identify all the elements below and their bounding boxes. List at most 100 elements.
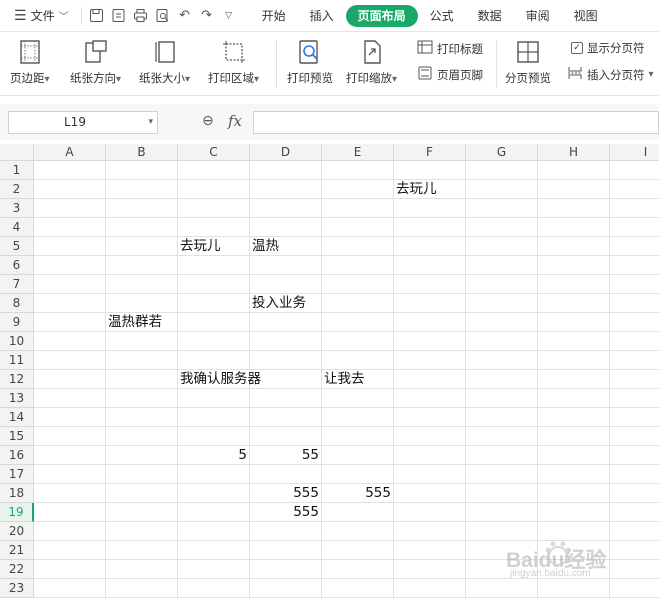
header-footer-button[interactable]: 页眉页脚 (417, 66, 483, 83)
file-menu-label: 文件 (30, 9, 55, 23)
select-all-corner[interactable] (0, 144, 34, 161)
row-header-16[interactable]: 16 (0, 446, 34, 465)
gridline (34, 217, 659, 218)
print-preview-label: 打印预览 (287, 71, 333, 85)
cell-c12[interactable]: 我确认服务器 (178, 370, 263, 389)
undo-icon[interactable]: ↶ (174, 5, 196, 27)
zoom-formula-icon[interactable]: ⊖ (202, 113, 214, 129)
paper-size-button[interactable]: 纸张大小▾ (139, 38, 190, 86)
column-header-c[interactable]: C (178, 144, 250, 161)
column-header-d[interactable]: D (250, 144, 322, 161)
row-header-3[interactable]: 3 (0, 199, 34, 218)
cell-d19[interactable]: 555 (250, 503, 321, 522)
column-header-b[interactable]: B (106, 144, 178, 161)
print-scale-button[interactable]: 打印缩放▾ (346, 38, 397, 86)
column-header-h[interactable]: H (538, 144, 610, 161)
column-header-f[interactable]: F (394, 144, 466, 161)
gridline (34, 236, 659, 237)
row-header-17[interactable]: 17 (0, 465, 34, 484)
cell-d16[interactable]: 55 (250, 446, 321, 465)
print-titles-label: 打印标题 (437, 41, 483, 56)
divider (80, 6, 82, 25)
redo-icon[interactable]: ↷ (196, 5, 218, 27)
gridline (34, 521, 659, 522)
row-header-14[interactable]: 14 (0, 408, 34, 427)
row-header-20[interactable]: 20 (0, 522, 34, 541)
insert-page-break-button[interactable]: 插入分页符 ▾ (567, 66, 654, 83)
magnifier-page-icon (296, 38, 324, 66)
row-header-22[interactable]: 22 (0, 560, 34, 579)
gridline (465, 161, 466, 599)
quick-access-more-icon[interactable]: ▽ (218, 5, 240, 27)
margins-icon (16, 38, 44, 66)
chevron-down-icon: ▾ (148, 117, 153, 127)
column-header-i[interactable]: I (610, 144, 659, 161)
row-header-4[interactable]: 4 (0, 218, 34, 237)
row-header-5[interactable]: 5 (0, 237, 34, 256)
name-box[interactable]: L19 ▾ (8, 111, 158, 134)
insert-function-button[interactable]: fx (228, 112, 242, 130)
print-scale-label: 打印缩放 (346, 71, 392, 85)
cell-c16[interactable]: 5 (178, 446, 249, 465)
column-header-a[interactable]: A (34, 144, 106, 161)
row-header-8[interactable]: 8 (0, 294, 34, 313)
gridline (393, 161, 394, 599)
orientation-button[interactable]: 纸张方向▾ (70, 38, 121, 86)
chevron-down-icon: ▾ (648, 69, 654, 80)
row-header-15[interactable]: 15 (0, 427, 34, 446)
print-titles-icon (417, 40, 433, 57)
row-header-11[interactable]: 11 (0, 351, 34, 370)
row-header-13[interactable]: 13 (0, 389, 34, 408)
print-icon[interactable] (130, 5, 152, 27)
row-header-2[interactable]: 2 (0, 180, 34, 199)
tab-insert[interactable]: 插入 (298, 5, 346, 27)
ribbon-tabs: 开始 插入 页面布局 公式 数据 审阅 视图 (250, 0, 610, 32)
export-pdf-icon[interactable] (108, 5, 130, 27)
row-header-10[interactable]: 10 (0, 332, 34, 351)
formula-input[interactable] (253, 111, 659, 134)
cell-c5[interactable]: 去玩儿 (178, 237, 223, 256)
cell-d5[interactable]: 温热 (250, 237, 281, 256)
print-area-button[interactable]: 打印区域▾ (208, 38, 259, 86)
row-header-1[interactable]: 1 (0, 161, 34, 180)
cell-f2[interactable]: 去玩儿 (394, 180, 439, 199)
tab-page-layout[interactable]: 页面布局 (345, 4, 418, 27)
page-break-preview-button[interactable]: 分页预览 (505, 38, 551, 86)
cell-e12[interactable]: 让我去 (322, 370, 367, 389)
show-page-breaks-checkbox[interactable]: ✓ 显示分页符 (571, 40, 645, 56)
tab-view[interactable]: 视图 (562, 5, 610, 27)
row-header-7[interactable]: 7 (0, 275, 34, 294)
row-header-6[interactable]: 6 (0, 256, 34, 275)
column-header-g[interactable]: G (466, 144, 538, 161)
row-header-23[interactable]: 23 (0, 579, 34, 598)
tab-data[interactable]: 数据 (466, 5, 514, 27)
row-header-18[interactable]: 18 (0, 484, 34, 503)
gridline (34, 350, 659, 351)
row-header-21[interactable]: 21 (0, 541, 34, 560)
cell-d8[interactable]: 投入业务 (250, 294, 308, 313)
insert-page-break-icon (567, 66, 583, 83)
tab-formulas[interactable]: 公式 (418, 5, 466, 27)
print-preview-button[interactable]: 打印预览 (287, 38, 333, 86)
print-titles-button[interactable]: 打印标题 (417, 40, 483, 57)
cell-d18[interactable]: 555 (250, 484, 321, 503)
gridline (105, 161, 106, 599)
spreadsheet-grid[interactable]: A B C D E F G H I 1 2 3 4 5 6 7 8 9 10 11 12 13 14 15 16 17 18 19 20… (0, 144, 659, 599)
column-header-e[interactable]: E (322, 144, 394, 161)
gridline (34, 255, 659, 256)
cell-e18[interactable]: 555 (322, 484, 393, 503)
tab-home[interactable]: 开始 (250, 5, 298, 27)
tab-review[interactable]: 审阅 (514, 5, 562, 27)
row-header-19[interactable]: 19 (0, 503, 34, 522)
file-menu[interactable]: ☰ 文件 ﹀ (0, 0, 77, 32)
print-preview-icon[interactable] (152, 5, 174, 27)
save-icon[interactable] (86, 5, 108, 27)
row-header-12[interactable]: 12 (0, 370, 34, 389)
gridline (34, 540, 659, 541)
margins-button[interactable]: 页边距▾ (10, 38, 50, 86)
cell-b9[interactable]: 温热群若 (106, 313, 164, 332)
show-page-breaks-label: 显示分页符 (587, 41, 645, 55)
chevron-down-icon: ﹀ (58, 12, 69, 23)
formula-bar: L19 ▾ ⊖ fx (0, 104, 659, 140)
row-header-9[interactable]: 9 (0, 313, 34, 332)
